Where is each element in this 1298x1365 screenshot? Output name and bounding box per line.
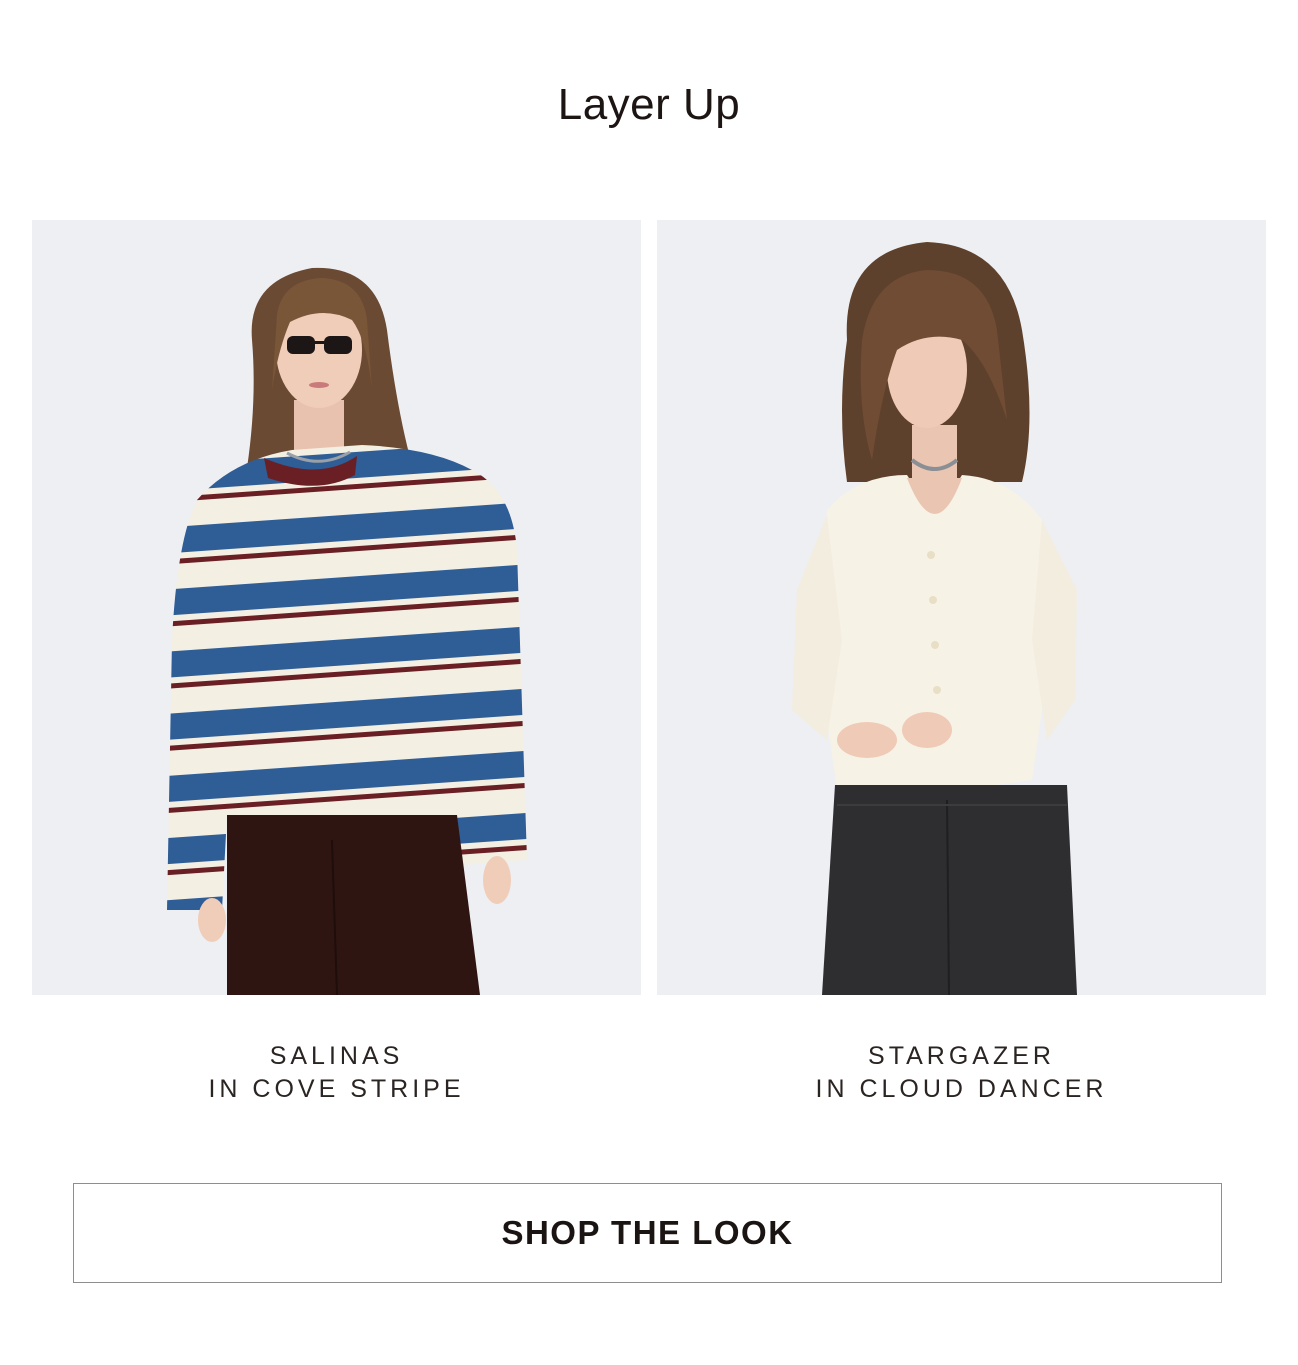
product-image-salinas[interactable] bbox=[32, 220, 641, 995]
model-photo-striped-sweater bbox=[167, 267, 527, 995]
product-name: STARGAZER bbox=[868, 1042, 1055, 1070]
product-image-stargazer[interactable] bbox=[657, 220, 1266, 995]
product-caption-stargazer[interactable]: STARGAZER IN CLOUD DANCER bbox=[657, 1040, 1266, 1106]
product-name: SALINAS bbox=[269, 1042, 404, 1070]
product-color: IN CLOUD DANCER bbox=[815, 1075, 1108, 1103]
shop-the-look-label: SHOP THE LOOK bbox=[501, 1214, 794, 1251]
product-color: IN COVE STRIPE bbox=[208, 1075, 465, 1103]
shop-the-look-button[interactable]: SHOP THE LOOK bbox=[73, 1183, 1222, 1283]
product-caption-salinas[interactable]: SALINAS IN COVE STRIPE bbox=[32, 1040, 641, 1106]
section-title: Layer Up bbox=[557, 80, 741, 129]
model-photo-white-cardigan bbox=[792, 242, 1077, 995]
